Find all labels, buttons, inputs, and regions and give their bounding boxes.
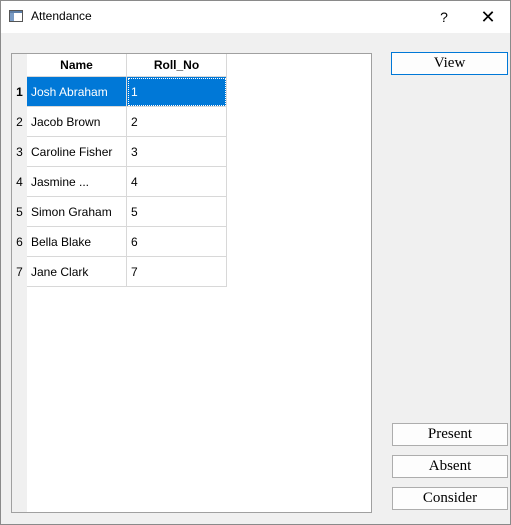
name-cell[interactable]: Jacob Brown [27,107,127,137]
table-row[interactable]: 1 Josh Abraham 1 [12,77,227,107]
attendance-window: Attendance ? ✕ Name Roll_No 1 Josh Abrah… [0,0,511,525]
table-row[interactable]: 6 Bella Blake 6 [12,227,227,257]
name-cell[interactable]: Bella Blake [27,227,127,257]
row-number[interactable]: 1 [12,77,27,107]
roll-no-cell[interactable]: 1 [127,77,227,107]
close-icon[interactable]: ✕ [465,1,511,33]
table-row[interactable]: 7 Jane Clark 7 [12,257,227,287]
roll-no-cell[interactable]: 5 [127,197,227,227]
column-header-roll-no[interactable]: Roll_No [127,54,227,77]
consider-button[interactable]: Consider [392,487,508,510]
table-row[interactable]: 4 Jasmine ... 4 [12,167,227,197]
table-corner [12,54,27,77]
app-window-icon [9,10,23,22]
help-button[interactable]: ? [421,1,467,33]
attendance-table[interactable]: Name Roll_No 1 Josh Abraham 1 2 Jacob Br… [11,53,372,513]
row-number[interactable]: 5 [12,197,27,227]
roll-no-cell[interactable]: 6 [127,227,227,257]
roll-no-cell[interactable]: 7 [127,257,227,287]
name-cell[interactable]: Josh Abraham [27,77,127,107]
row-number[interactable]: 2 [12,107,27,137]
row-number[interactable]: 4 [12,167,27,197]
name-cell[interactable]: Jasmine ... [27,167,127,197]
row-number[interactable]: 6 [12,227,27,257]
window-title: Attendance [31,9,92,23]
name-cell[interactable]: Caroline Fisher [27,137,127,167]
table-row[interactable]: 2 Jacob Brown 2 [12,107,227,137]
row-number[interactable]: 3 [12,137,27,167]
absent-button[interactable]: Absent [392,455,508,478]
title-bar[interactable]: Attendance ? ✕ [1,1,510,33]
table-row[interactable]: 3 Caroline Fisher 3 [12,137,227,167]
name-cell[interactable]: Simon Graham [27,197,127,227]
column-header-name[interactable]: Name [27,54,127,77]
table-row[interactable]: 5 Simon Graham 5 [12,197,227,227]
roll-no-cell[interactable]: 2 [127,107,227,137]
name-cell[interactable]: Jane Clark [27,257,127,287]
view-button[interactable]: View [391,52,508,75]
roll-no-cell[interactable]: 3 [127,137,227,167]
row-number[interactable]: 7 [12,257,27,287]
present-button[interactable]: Present [392,423,508,446]
roll-no-cell[interactable]: 4 [127,167,227,197]
